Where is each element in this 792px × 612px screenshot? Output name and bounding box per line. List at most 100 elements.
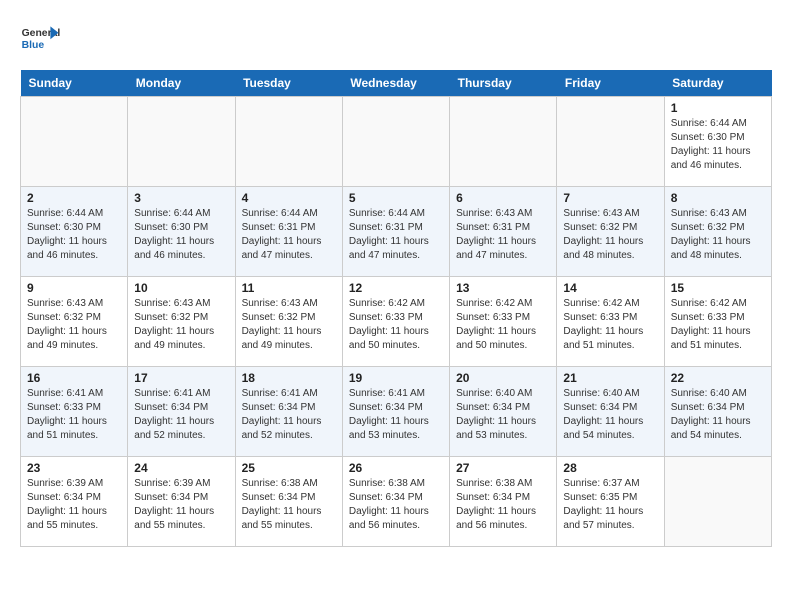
day-info: Sunrise: 6:39 AM Sunset: 6:34 PM Dayligh…	[134, 477, 228, 533]
calendar-cell	[342, 97, 449, 187]
day-header-tuesday: Tuesday	[235, 70, 342, 97]
day-number: 20	[456, 371, 550, 385]
week-row-5: 23 Sunrise: 6:39 AM Sunset: 6:34 PM Dayli…	[21, 457, 772, 547]
calendar-cell: 9 Sunrise: 6:43 AM Sunset: 6:32 PM Daylig…	[21, 277, 128, 367]
calendar-cell: 26 Sunrise: 6:38 AM Sunset: 6:34 PM Dayli…	[342, 457, 449, 547]
day-number: 18	[242, 371, 336, 385]
day-info: Sunrise: 6:40 AM Sunset: 6:34 PM Dayligh…	[671, 387, 765, 443]
week-row-3: 9 Sunrise: 6:43 AM Sunset: 6:32 PM Daylig…	[21, 277, 772, 367]
day-number: 5	[349, 191, 443, 205]
day-header-saturday: Saturday	[664, 70, 771, 97]
day-number: 28	[563, 461, 657, 475]
calendar-cell: 6 Sunrise: 6:43 AM Sunset: 6:31 PM Daylig…	[450, 187, 557, 277]
header: General Blue	[20, 20, 772, 60]
day-info: Sunrise: 6:43 AM Sunset: 6:32 PM Dayligh…	[27, 297, 121, 353]
calendar-cell: 11 Sunrise: 6:43 AM Sunset: 6:32 PM Dayli…	[235, 277, 342, 367]
calendar-cell: 3 Sunrise: 6:44 AM Sunset: 6:30 PM Daylig…	[128, 187, 235, 277]
day-number: 26	[349, 461, 443, 475]
calendar-cell: 23 Sunrise: 6:39 AM Sunset: 6:34 PM Dayli…	[21, 457, 128, 547]
calendar-cell: 24 Sunrise: 6:39 AM Sunset: 6:34 PM Dayli…	[128, 457, 235, 547]
calendar-cell: 2 Sunrise: 6:44 AM Sunset: 6:30 PM Daylig…	[21, 187, 128, 277]
logo: General Blue	[20, 20, 64, 60]
day-info: Sunrise: 6:39 AM Sunset: 6:34 PM Dayligh…	[27, 477, 121, 533]
calendar-cell	[128, 97, 235, 187]
day-number: 11	[242, 281, 336, 295]
calendar-cell: 4 Sunrise: 6:44 AM Sunset: 6:31 PM Daylig…	[235, 187, 342, 277]
calendar-cell: 13Sunrise: 6:42 AM Sunset: 6:33 PM Dayli…	[450, 277, 557, 367]
calendar-cell: 16Sunrise: 6:41 AM Sunset: 6:33 PM Dayli…	[21, 367, 128, 457]
calendar-cell: 25 Sunrise: 6:38 AM Sunset: 6:34 PM Dayli…	[235, 457, 342, 547]
day-info: Sunrise: 6:43 AM Sunset: 6:32 PM Dayligh…	[563, 207, 657, 263]
calendar-cell: 22 Sunrise: 6:40 AM Sunset: 6:34 PM Dayli…	[664, 367, 771, 457]
day-info: Sunrise: 6:43 AM Sunset: 6:31 PM Dayligh…	[456, 207, 550, 263]
day-info: Sunrise: 6:38 AM Sunset: 6:34 PM Dayligh…	[456, 477, 550, 533]
day-info: Sunrise: 6:42 AM Sunset: 6:33 PM Dayligh…	[563, 297, 657, 353]
day-info: Sunrise: 6:43 AM Sunset: 6:32 PM Dayligh…	[242, 297, 336, 353]
calendar-cell: 27 Sunrise: 6:38 AM Sunset: 6:34 PM Dayli…	[450, 457, 557, 547]
calendar-cell: 18Sunrise: 6:41 AM Sunset: 6:34 PM Dayli…	[235, 367, 342, 457]
calendar-cell: 1Sunrise: 6:44 AM Sunset: 6:30 PM Daylig…	[664, 97, 771, 187]
day-number: 9	[27, 281, 121, 295]
calendar-cell: 12 Sunrise: 6:42 AM Sunset: 6:33 PM Dayli…	[342, 277, 449, 367]
day-number: 16	[27, 371, 121, 385]
calendar-cell: 17Sunrise: 6:41 AM Sunset: 6:34 PM Dayli…	[128, 367, 235, 457]
calendar-cell: 20 Sunrise: 6:40 AM Sunset: 6:34 PM Dayli…	[450, 367, 557, 457]
day-number: 13	[456, 281, 550, 295]
day-info: Sunrise: 6:37 AM Sunset: 6:35 PM Dayligh…	[563, 477, 657, 533]
day-number: 2	[27, 191, 121, 205]
calendar-header-row: SundayMondayTuesdayWednesdayThursdayFrid…	[21, 70, 772, 97]
day-header-wednesday: Wednesday	[342, 70, 449, 97]
day-number: 27	[456, 461, 550, 475]
day-info: Sunrise: 6:42 AM Sunset: 6:33 PM Dayligh…	[671, 297, 765, 353]
day-info: Sunrise: 6:38 AM Sunset: 6:34 PM Dayligh…	[242, 477, 336, 533]
calendar-cell: 5 Sunrise: 6:44 AM Sunset: 6:31 PM Daylig…	[342, 187, 449, 277]
day-number: 12	[349, 281, 443, 295]
calendar-cell	[664, 457, 771, 547]
day-info: Sunrise: 6:40 AM Sunset: 6:34 PM Dayligh…	[456, 387, 550, 443]
calendar-cell	[450, 97, 557, 187]
day-info: Sunrise: 6:40 AM Sunset: 6:34 PM Dayligh…	[563, 387, 657, 443]
day-number: 19	[349, 371, 443, 385]
day-info: Sunrise: 6:43 AM Sunset: 6:32 PM Dayligh…	[134, 297, 228, 353]
day-info: Sunrise: 6:44 AM Sunset: 6:31 PM Dayligh…	[242, 207, 336, 263]
day-number: 15	[671, 281, 765, 295]
day-number: 4	[242, 191, 336, 205]
day-info: Sunrise: 6:38 AM Sunset: 6:34 PM Dayligh…	[349, 477, 443, 533]
day-info: Sunrise: 6:44 AM Sunset: 6:30 PM Dayligh…	[27, 207, 121, 263]
day-number: 14	[563, 281, 657, 295]
calendar-cell	[21, 97, 128, 187]
calendar-cell: 15 Sunrise: 6:42 AM Sunset: 6:33 PM Dayli…	[664, 277, 771, 367]
day-number: 3	[134, 191, 228, 205]
week-row-4: 16Sunrise: 6:41 AM Sunset: 6:33 PM Dayli…	[21, 367, 772, 457]
day-info: Sunrise: 6:41 AM Sunset: 6:34 PM Dayligh…	[349, 387, 443, 443]
calendar-cell	[235, 97, 342, 187]
day-number: 6	[456, 191, 550, 205]
day-info: Sunrise: 6:43 AM Sunset: 6:32 PM Dayligh…	[671, 207, 765, 263]
svg-text:Blue: Blue	[22, 40, 45, 51]
day-header-monday: Monday	[128, 70, 235, 97]
day-info: Sunrise: 6:44 AM Sunset: 6:30 PM Dayligh…	[134, 207, 228, 263]
day-number: 1	[671, 101, 765, 115]
week-row-1: 1Sunrise: 6:44 AM Sunset: 6:30 PM Daylig…	[21, 97, 772, 187]
day-number: 23	[27, 461, 121, 475]
calendar-cell: 10Sunrise: 6:43 AM Sunset: 6:32 PM Dayli…	[128, 277, 235, 367]
day-header-sunday: Sunday	[21, 70, 128, 97]
calendar-cell: 8 Sunrise: 6:43 AM Sunset: 6:32 PM Daylig…	[664, 187, 771, 277]
day-info: Sunrise: 6:41 AM Sunset: 6:34 PM Dayligh…	[134, 387, 228, 443]
calendar-cell: 28 Sunrise: 6:37 AM Sunset: 6:35 PM Dayli…	[557, 457, 664, 547]
calendar-cell: 7 Sunrise: 6:43 AM Sunset: 6:32 PM Daylig…	[557, 187, 664, 277]
calendar-cell: 14 Sunrise: 6:42 AM Sunset: 6:33 PM Dayli…	[557, 277, 664, 367]
calendar-cell: 19 Sunrise: 6:41 AM Sunset: 6:34 PM Dayli…	[342, 367, 449, 457]
day-info: Sunrise: 6:44 AM Sunset: 6:31 PM Dayligh…	[349, 207, 443, 263]
week-row-2: 2 Sunrise: 6:44 AM Sunset: 6:30 PM Daylig…	[21, 187, 772, 277]
calendar-table: SundayMondayTuesdayWednesdayThursdayFrid…	[20, 70, 772, 547]
day-header-thursday: Thursday	[450, 70, 557, 97]
day-number: 22	[671, 371, 765, 385]
day-info: Sunrise: 6:42 AM Sunset: 6:33 PM Dayligh…	[349, 297, 443, 353]
calendar-cell	[557, 97, 664, 187]
day-number: 24	[134, 461, 228, 475]
logo-svg: General Blue	[20, 20, 60, 60]
day-number: 8	[671, 191, 765, 205]
day-number: 25	[242, 461, 336, 475]
day-number: 7	[563, 191, 657, 205]
